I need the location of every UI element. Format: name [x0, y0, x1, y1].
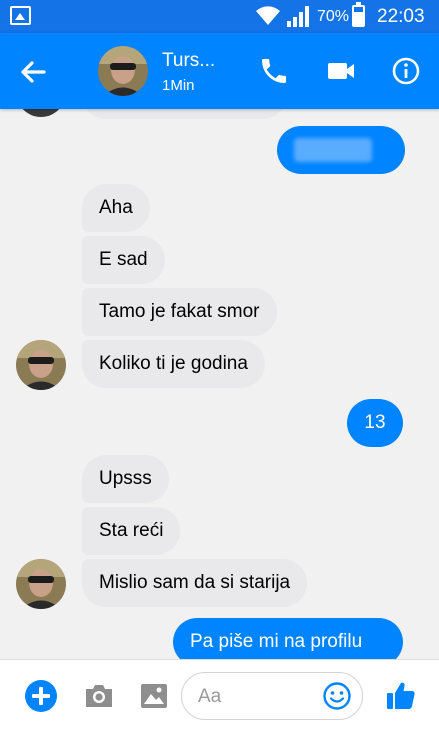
message-bubble-incoming[interactable]: Sta reći	[82, 507, 181, 555]
thumbs-up-icon	[387, 682, 415, 709]
message-input[interactable]	[196, 681, 320, 713]
like-button[interactable]	[384, 679, 418, 713]
contact-status: 1Min	[162, 77, 195, 94]
signal-icon	[287, 6, 309, 27]
message-input-wrapper	[181, 672, 363, 720]
message-composer	[0, 659, 439, 732]
more-button[interactable]	[24, 679, 58, 713]
video-icon	[328, 63, 354, 79]
redacted-text	[294, 137, 372, 162]
message-bubble-outgoing[interactable]	[277, 126, 405, 174]
contact-avatar-small	[16, 109, 66, 117]
gallery-button[interactable]	[137, 679, 171, 713]
emoji-button[interactable]	[322, 681, 352, 711]
camera-icon	[86, 685, 112, 707]
call-button[interactable]	[258, 55, 290, 87]
gallery-icon	[10, 6, 31, 25]
info-icon	[392, 57, 420, 85]
battery-percentage: 70%	[317, 8, 350, 25]
back-arrow-icon	[21, 61, 46, 83]
video-call-button[interactable]	[325, 55, 357, 87]
battery-icon	[352, 2, 365, 27]
phone-icon	[262, 59, 286, 83]
message-bubble-outgoing[interactable]: 13	[347, 399, 403, 447]
back-button[interactable]	[18, 57, 48, 87]
message-bubble-incoming[interactable]: Koliko ti je godina	[82, 340, 265, 388]
message-bubble-incoming[interactable]: E sad	[82, 236, 165, 284]
message-bubble-incoming[interactable]	[82, 109, 287, 119]
camera-button[interactable]	[82, 679, 116, 713]
image-icon	[141, 684, 167, 708]
message-bubble-incoming[interactable]: Aha	[82, 184, 150, 232]
message-list[interactable]: Aha E sad Tamo je fakat smor Koliko ti j…	[0, 109, 439, 659]
contact-avatar-small[interactable]	[16, 340, 66, 390]
message-bubble-outgoing[interactable]: Pa piše mi na profilu	[173, 618, 403, 659]
message-bubble-incoming[interactable]: Tamo je fakat smor	[82, 288, 277, 336]
emoji-icon	[323, 682, 351, 710]
conversation-header: Turs... 1Min	[0, 33, 439, 109]
status-bar: 70% 22:03	[0, 0, 439, 33]
clock: 22:03	[377, 6, 425, 27]
plus-icon	[25, 680, 57, 712]
contact-avatar-small[interactable]	[16, 559, 66, 609]
contact-avatar[interactable]	[98, 46, 148, 96]
message-bubble-incoming[interactable]: Mislio sam da si starija	[82, 559, 308, 607]
info-button[interactable]	[390, 55, 422, 87]
contact-name[interactable]: Turs...	[162, 50, 215, 72]
message-bubble-incoming[interactable]: Upsss	[82, 455, 169, 503]
wifi-icon	[256, 6, 280, 25]
